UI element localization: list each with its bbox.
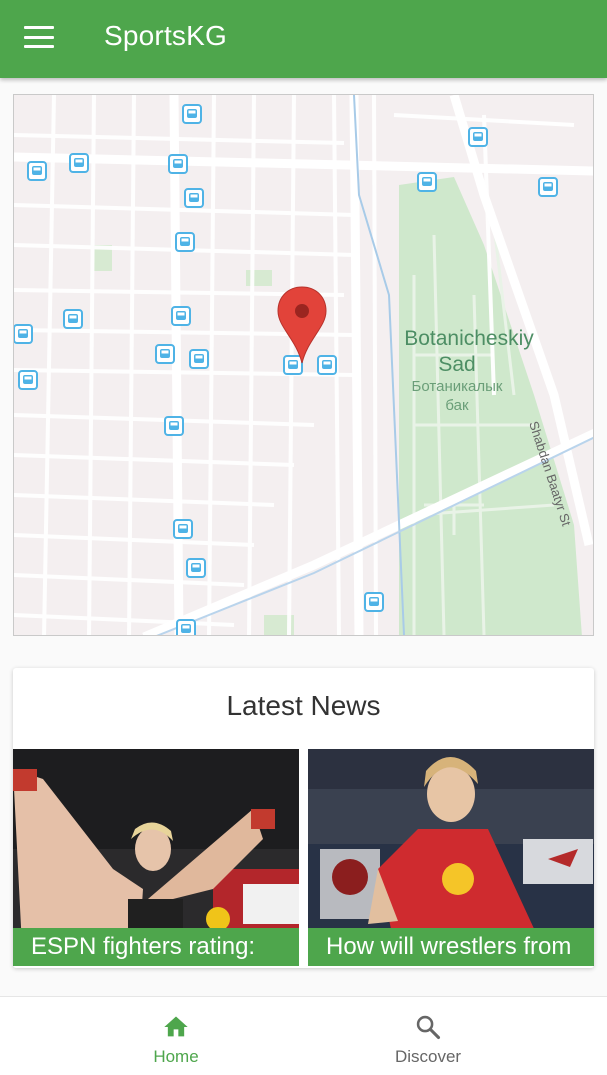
latest-news-heading: Latest News (226, 690, 381, 721)
bus-stop-icon[interactable] (184, 188, 204, 208)
bus-stop-icon[interactable] (364, 592, 384, 612)
news-caption: ESPN fighters rating: (13, 928, 299, 966)
latest-news-card: Latest News ESPN fighters rating: How wi… (13, 668, 594, 968)
bus-stop-icon[interactable] (182, 104, 202, 124)
news-item-wrestlers[interactable]: How will wrestlers from (308, 749, 594, 966)
search-icon (416, 1015, 441, 1040)
map-canvas[interactable]: Botanicheskiy Sad Ботаникалык бак Shabda… (14, 95, 594, 636)
bus-stop-icon[interactable] (171, 306, 191, 326)
app-bar: SportsKG (0, 0, 607, 78)
bus-stop-icon[interactable] (155, 344, 175, 364)
bus-stop-icon[interactable] (27, 161, 47, 181)
bus-stop-icon[interactable] (186, 558, 206, 578)
map-view[interactable]: Botanicheskiy Sad Ботаникалык бак Shabda… (13, 94, 594, 636)
park-label-en-1: Botanicheskiy (404, 327, 534, 350)
bus-stop-icon[interactable] (417, 172, 437, 192)
news-caption: How will wrestlers from (308, 928, 594, 966)
app-title: SportsKG (104, 20, 227, 51)
nav-label-discover: Discover (394, 1047, 462, 1066)
bus-stop-icon[interactable] (18, 370, 38, 390)
bus-stop-icon[interactable] (69, 153, 89, 173)
home-icon (164, 1016, 188, 1037)
bus-stop-icon[interactable] (14, 324, 33, 344)
bus-stop-icon[interactable] (283, 355, 303, 375)
news-item-espn[interactable]: ESPN fighters rating: (13, 749, 299, 966)
bus-stop-icon[interactable] (173, 519, 193, 539)
park-label-ru-1: Ботаникалык (412, 378, 503, 395)
bus-stop-icon[interactable] (189, 349, 209, 369)
app-screen: SportsKG Botanicheskiy Sad Ботаникалык б… (0, 0, 607, 1075)
bus-stop-icon[interactable] (176, 619, 196, 636)
bus-stop-icon[interactable] (317, 355, 337, 375)
bus-stop-icon[interactable] (168, 154, 188, 174)
bottom-navigation: Home Discover (0, 996, 607, 1075)
bus-stop-icon[interactable] (175, 232, 195, 252)
nav-item-discover[interactable]: Discover (278, 997, 578, 1075)
bus-stop-icon[interactable] (164, 416, 184, 436)
bus-stop-icon[interactable] (468, 127, 488, 147)
park-label-ru-2: бак (445, 397, 469, 414)
park-label-en-2: Sad (438, 353, 475, 376)
bus-stop-icon[interactable] (538, 177, 558, 197)
bus-stop-icon[interactable] (63, 309, 83, 329)
hamburger-menu-icon[interactable] (24, 26, 54, 48)
